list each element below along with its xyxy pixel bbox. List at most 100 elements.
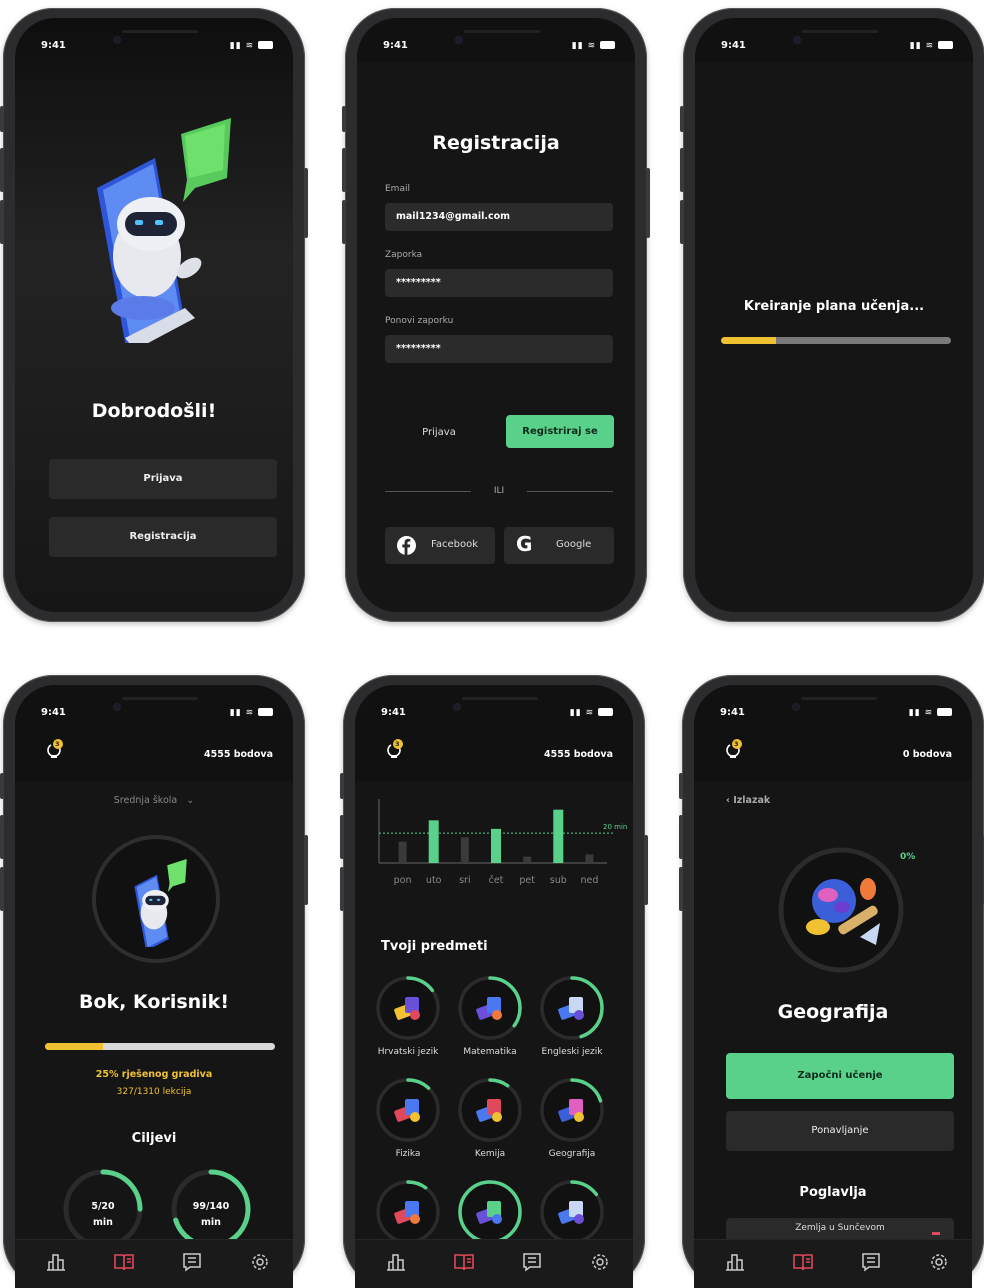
power-button <box>644 835 648 905</box>
start-learning-button[interactable]: Započni učenje <box>726 1053 954 1099</box>
subject-title: Geografija <box>777 1001 889 1023</box>
notification-badge: 3 <box>55 740 60 748</box>
status-icons: ▮▮ ≋ <box>230 41 273 51</box>
top-bar: 3 4555 bodova <box>15 729 293 781</box>
facebook-button[interactable]: Facebook <box>385 527 495 564</box>
subject-icon <box>540 1078 604 1142</box>
register-submit-button[interactable]: Registriraj se <box>506 415 614 448</box>
goal-1-unit: min <box>93 1217 113 1228</box>
chart-label-pon: pon <box>394 875 412 886</box>
mute-switch <box>679 773 683 799</box>
front-camera <box>113 703 121 711</box>
repeat-password-label: Ponovi zaporku <box>385 316 454 326</box>
subject-card[interactable]: Kemija <box>457 1077 527 1173</box>
status-icons: ▮▮ ≋ <box>570 708 613 718</box>
speaker-grille <box>801 697 877 700</box>
subjects-title: Tvoji predmeti <box>381 939 488 954</box>
screen-subjects: 9:41 ▮▮ ≋ 3 4555 bodova 20 min pon uto sri č… <box>355 685 633 1288</box>
loading-progress-bar <box>721 337 951 344</box>
subject-icon <box>376 1078 440 1142</box>
repeat-password-field[interactable]: ********* <box>385 335 613 363</box>
wifi-icon: ≋ <box>585 708 595 718</box>
bar-chart-icon[interactable] <box>45 1252 67 1272</box>
wifi-icon: ≋ <box>924 708 934 718</box>
register-button[interactable]: Registracija <box>49 517 277 557</box>
subject-label: Geografija <box>548 1149 596 1159</box>
divider-text: ILI <box>493 486 505 496</box>
open-book-icon[interactable] <box>113 1252 135 1272</box>
status-icons: ▮▮ ≋ <box>230 708 273 718</box>
lightbulb-icon[interactable] <box>383 739 405 763</box>
mute-switch <box>680 106 684 132</box>
repeat-button[interactable]: Ponavljanje <box>726 1111 954 1151</box>
registration-title: Registracija <box>432 132 560 154</box>
bar-chart-icon[interactable] <box>724 1252 746 1272</box>
goal-2-unit: min <box>201 1217 221 1228</box>
subject-label: Hrvatski jezik <box>377 1047 439 1057</box>
battery-icon <box>258 41 273 49</box>
gear-icon[interactable] <box>249 1252 271 1272</box>
gear-icon[interactable] <box>928 1252 950 1272</box>
front-camera <box>792 703 800 711</box>
google-button[interactable]: G Google <box>504 527 614 564</box>
gear-icon[interactable] <box>589 1252 611 1272</box>
subject-icon <box>376 1180 440 1244</box>
back-button[interactable]: ‹ Izlazak <box>726 795 770 806</box>
wifi-icon: ≋ <box>245 708 255 718</box>
goal-2-value: 99/140 <box>192 1201 230 1212</box>
school-dropdown[interactable]: Srednja škola ⌄ <box>15 795 293 806</box>
status-time: 9:41 <box>721 40 746 51</box>
mute-switch <box>0 773 4 799</box>
password-field[interactable]: ********* <box>385 269 613 297</box>
progress-text: 25% rješenog gradiva <box>95 1069 213 1080</box>
chart-label-sri: sri <box>459 875 471 886</box>
subject-card[interactable]: Matematika <box>457 975 527 1071</box>
subject-icon <box>458 976 522 1040</box>
top-bar: 3 4555 bodova <box>355 729 633 781</box>
status-time: 9:41 <box>383 40 408 51</box>
status-time: 9:41 <box>720 707 745 718</box>
weekly-activity-chart: 20 min pon uto sri čet pet sub ned <box>378 799 627 886</box>
chart-bar-čet <box>491 828 501 863</box>
volume-down-button <box>679 867 683 911</box>
loading-progress-fill <box>721 337 777 344</box>
subject-card[interactable]: Fizika <box>375 1077 445 1173</box>
lightbulb-icon[interactable] <box>722 739 744 763</box>
wifi-icon: ≋ <box>587 41 597 51</box>
front-camera <box>455 36 463 44</box>
login-link[interactable]: Prijava <box>409 427 469 438</box>
google-label: Google <box>556 539 592 550</box>
chapter-item-1-label: Zemlja u Sunčevom <box>795 1223 885 1233</box>
login-button[interactable]: Prijava <box>49 459 277 499</box>
signal-icon: ▮▮ <box>569 708 582 718</box>
subject-icon <box>458 1180 522 1244</box>
subject-card[interactable]: Engleski jezik <box>539 975 609 1071</box>
chevron-left-icon: ‹ <box>726 795 730 806</box>
speaker-grille <box>122 697 198 700</box>
email-field[interactable]: mail1234@gmail.com <box>385 203 613 231</box>
divider-left <box>385 491 471 492</box>
subject-ring-graphic <box>778 847 904 973</box>
subject-card[interactable]: Hrvatski jezik <box>375 975 445 1071</box>
battery-icon <box>938 41 953 49</box>
battery-icon <box>600 41 615 49</box>
points-counter: 4555 bodova <box>203 749 273 760</box>
notes-icon[interactable] <box>521 1252 543 1272</box>
speaker-grille <box>464 30 540 33</box>
speaker-grille <box>462 697 538 700</box>
lightbulb-icon[interactable] <box>43 739 65 763</box>
volume-down-button <box>680 200 684 244</box>
notes-icon[interactable] <box>860 1252 882 1272</box>
notes-icon[interactable] <box>181 1252 203 1272</box>
bar-chart-icon[interactable] <box>385 1252 407 1272</box>
open-book-icon[interactable] <box>453 1252 475 1272</box>
subject-label: Kemija <box>474 1149 506 1159</box>
subject-card[interactable]: Geografija <box>539 1077 609 1173</box>
power-button <box>646 168 650 238</box>
status-icons: ▮▮ ≋ <box>572 41 615 51</box>
status-bar: 9:41 ▮▮ ≋ <box>15 685 293 729</box>
notification-badge: 3 <box>734 740 739 748</box>
divider-right <box>527 491 613 492</box>
volume-up-button <box>340 815 344 859</box>
open-book-icon[interactable] <box>792 1252 814 1272</box>
